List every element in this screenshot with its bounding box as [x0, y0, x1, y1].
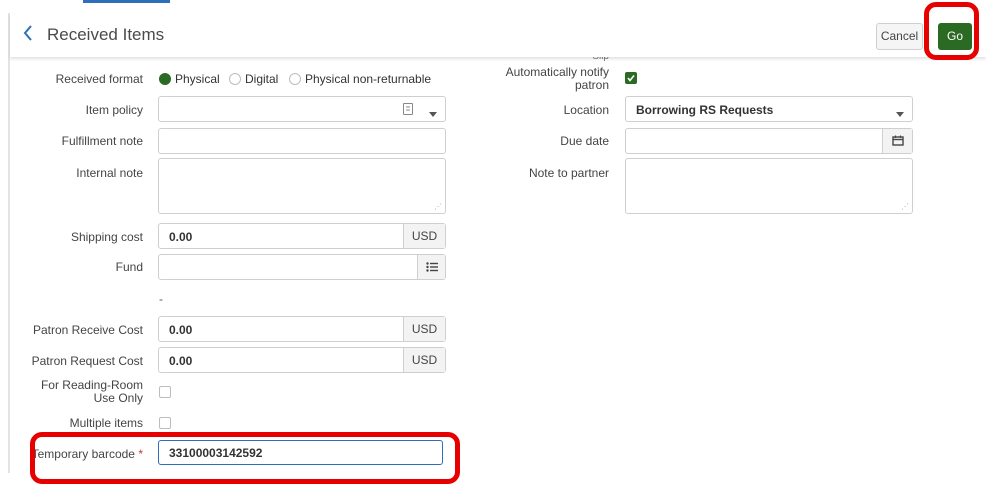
- back-chevron-icon[interactable]: [22, 24, 38, 44]
- patron-receive-cost-value: 0.00: [169, 323, 193, 337]
- fund-label: Fund: [115, 260, 143, 274]
- temporary-barcode-label: Temporary barcode *: [31, 447, 143, 461]
- patron-request-cost-label: Patron Request Cost: [31, 354, 143, 368]
- fund-dash: -: [159, 292, 163, 306]
- radio-physical-label: Physical: [175, 72, 220, 86]
- shipping-cost-label: Shipping cost: [70, 230, 143, 244]
- left-rail: [8, 13, 10, 473]
- radio-digital-label: Digital: [245, 72, 279, 86]
- internal-note-textarea[interactable]: ⋰: [158, 158, 446, 214]
- temporary-barcode-input[interactable]: 33100003142592: [158, 440, 443, 465]
- resize-handle-icon[interactable]: ⋰: [901, 202, 909, 211]
- multiple-items-checkbox[interactable]: [159, 417, 171, 429]
- internal-note-label: Internal note: [76, 166, 143, 180]
- calendar-icon[interactable]: [882, 129, 912, 153]
- chevron-down-icon[interactable]: [429, 106, 437, 120]
- shipping-cost-value: 0.00: [169, 230, 193, 244]
- location-select[interactable]: Borrowing RS Requests: [625, 96, 913, 122]
- location-label: Location: [563, 103, 609, 117]
- note-to-partner-textarea[interactable]: ⋰: [625, 158, 913, 214]
- patron-request-cost-currency: USD: [403, 348, 445, 372]
- radio-physical-non-returnable[interactable]: [289, 73, 301, 85]
- list-icon: [403, 103, 413, 115]
- temporary-barcode-value: 33100003142592: [169, 446, 263, 460]
- received-format-label: Received format: [55, 72, 143, 86]
- go-button[interactable]: Go: [938, 23, 972, 50]
- reading-room-checkbox[interactable]: [159, 386, 171, 398]
- patron-receive-cost-currency: USD: [403, 317, 445, 341]
- fund-input[interactable]: [158, 254, 446, 280]
- page-title: Received Items: [47, 25, 165, 44]
- shipping-cost-input[interactable]: 0.00 USD: [158, 223, 446, 249]
- shipping-cost-currency: USD: [403, 224, 445, 248]
- fund-list-icon[interactable]: [417, 255, 445, 279]
- resize-handle-icon[interactable]: ⋰: [434, 202, 442, 211]
- radio-digital[interactable]: [229, 73, 241, 85]
- patron-request-cost-value: 0.00: [169, 354, 193, 368]
- cancel-button[interactable]: Cancel: [876, 23, 923, 50]
- top-link-underline: [83, 0, 170, 3]
- patron-receive-cost-input[interactable]: 0.00 USD: [158, 316, 446, 342]
- radio-physical-non-returnable-label: Physical non-returnable: [305, 72, 432, 86]
- auto-notify-label: Automatically notify patron: [505, 65, 609, 92]
- due-date-label: Due date: [560, 134, 609, 148]
- note-to-partner-label: Note to partner: [528, 166, 609, 180]
- chevron-down-icon[interactable]: [896, 106, 904, 120]
- reading-room-label: For Reading-Room Use Only: [40, 378, 143, 405]
- multiple-items-label: Multiple items: [69, 416, 143, 430]
- auto-notify-checkbox[interactable]: [625, 72, 637, 84]
- patron-receive-cost-label: Patron Receive Cost: [32, 323, 143, 337]
- required-mark: *: [138, 447, 143, 461]
- item-policy-label: Item policy: [85, 103, 143, 117]
- patron-request-cost-input[interactable]: 0.00 USD: [158, 347, 446, 373]
- page-header: Received Items Cancel Go: [10, 13, 986, 57]
- radio-physical[interactable]: [159, 73, 171, 85]
- item-policy-select[interactable]: [158, 96, 446, 122]
- fulfillment-note-input[interactable]: [158, 128, 446, 154]
- due-date-input[interactable]: [625, 128, 913, 154]
- location-value: Borrowing RS Requests: [636, 103, 774, 117]
- fulfillment-note-label: Fulfillment note: [61, 134, 143, 148]
